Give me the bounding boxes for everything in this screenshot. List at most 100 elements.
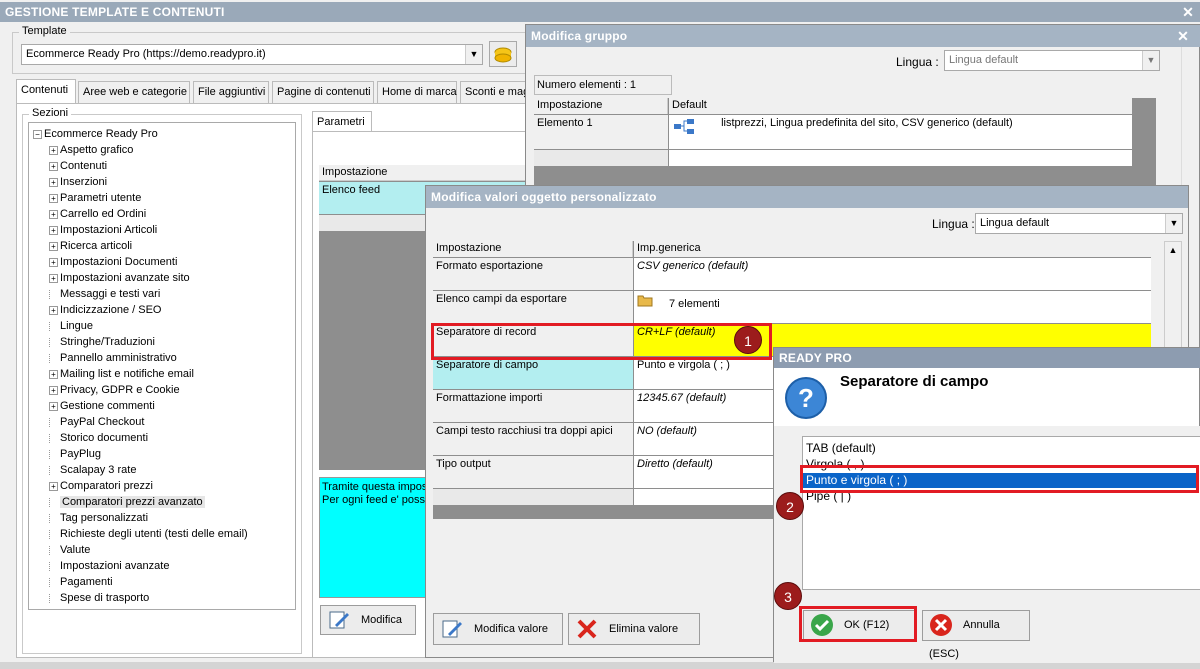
modifica-button[interactable]: Modifica bbox=[320, 605, 416, 635]
expand-icon[interactable]: + bbox=[49, 401, 58, 411]
values-col-impostazione: Impostazione bbox=[433, 241, 633, 257]
expand-icon[interactable]: + bbox=[49, 209, 58, 219]
chevron-down-icon: ▼ bbox=[1165, 214, 1182, 233]
chevron-down-icon: ▼ bbox=[465, 45, 482, 64]
values-col-imp-generica: Imp.generica bbox=[634, 241, 1151, 257]
scroll-up-icon[interactable]: ▲ bbox=[1165, 242, 1181, 258]
tree-item[interactable]: Pannello amministrativo bbox=[49, 350, 177, 366]
values-row-label[interactable]: Formattazione importi bbox=[433, 390, 633, 422]
tree-item[interactable]: + Impostazioni Articoli bbox=[49, 222, 157, 238]
expand-icon[interactable]: + bbox=[49, 241, 58, 251]
tree-root[interactable]: − Ecommerce Ready Pro bbox=[33, 126, 158, 142]
tree-item[interactable]: Tag personalizzati bbox=[49, 510, 148, 526]
expand-icon[interactable]: + bbox=[49, 257, 58, 267]
values-row-label[interactable]: Campi testo racchiusi tra doppi apici bbox=[433, 423, 633, 455]
options-list: TAB (default) Virgola ( , ) Punto e virgol… bbox=[802, 436, 1200, 590]
template-select[interactable]: Ecommerce Ready Pro (https://demo.readyp… bbox=[21, 44, 483, 65]
tab-home-marca[interactable]: Home di marca bbox=[377, 81, 457, 103]
group-count: Numero elementi : 1 bbox=[534, 75, 672, 95]
tree-item[interactable]: + Contenuti bbox=[49, 158, 107, 174]
expand-icon[interactable]: + bbox=[49, 193, 58, 203]
expand-icon[interactable]: + bbox=[49, 273, 58, 283]
group-col-default: Default bbox=[669, 98, 1132, 114]
tree-item[interactable]: + Parametri utente bbox=[49, 190, 141, 206]
tree-item[interactable]: + Inserzioni bbox=[49, 174, 107, 190]
values-row-label[interactable]: Tipo output bbox=[433, 456, 633, 488]
tree-line-icon bbox=[49, 529, 58, 539]
expand-icon[interactable]: + bbox=[49, 145, 58, 155]
tree-item[interactable]: + Comparatori prezzi bbox=[49, 478, 153, 494]
tab-sconti[interactable]: Sconti e mag bbox=[460, 81, 530, 103]
expand-icon[interactable]: + bbox=[49, 225, 58, 235]
expand-icon[interactable]: + bbox=[49, 177, 58, 187]
group-title: Modifica gruppo bbox=[531, 29, 628, 43]
tree-item[interactable]: Impostazioni avanzate bbox=[49, 558, 169, 574]
expand-icon[interactable]: + bbox=[49, 161, 58, 171]
tree-item[interactable]: + Ricerca articoli bbox=[49, 238, 132, 254]
template-action-button[interactable] bbox=[489, 41, 517, 67]
group-lang-select[interactable]: Lingua default ▼ bbox=[944, 50, 1160, 71]
values-lang-select[interactable]: Lingua default ▼ bbox=[975, 213, 1183, 234]
tree-item[interactable]: Lingue bbox=[49, 318, 93, 334]
callout-box-option bbox=[800, 465, 1199, 493]
expand-icon[interactable]: + bbox=[49, 369, 58, 379]
tree-item[interactable]: + Gestione commenti bbox=[49, 398, 155, 414]
tree-line-icon bbox=[49, 593, 58, 603]
tab-aree-web[interactable]: Aree web e categorie bbox=[78, 81, 190, 103]
tree-item[interactable]: Richieste degli utenti (testi delle emai… bbox=[49, 526, 248, 542]
tree-item[interactable]: + Aspetto grafico bbox=[49, 142, 133, 158]
tree-item[interactable]: + Impostazioni Documenti bbox=[49, 254, 177, 270]
tree-item[interactable]: Scalapay 3 rate bbox=[49, 462, 136, 478]
tree-item[interactable]: PayPal Checkout bbox=[49, 414, 144, 430]
expand-icon[interactable]: + bbox=[49, 385, 58, 395]
values-row-label[interactable]: Separatore di campo bbox=[433, 357, 633, 389]
tree-item[interactable]: + Privacy, GDPR e Cookie bbox=[49, 382, 180, 398]
tree-item[interactable]: + Impostazioni avanzate sito bbox=[49, 270, 190, 286]
values-row-value[interactable]: 7 elementi bbox=[634, 291, 1151, 323]
group-row-value[interactable]: listprezzi, Lingua predefinita del sito,… bbox=[669, 115, 1132, 149]
values-row-label[interactable]: Formato esportazione bbox=[433, 258, 633, 290]
group-col-impostazione: Impostazione bbox=[534, 98, 668, 114]
tab-pagine-contenuti[interactable]: Pagine di contenuti bbox=[272, 81, 374, 103]
dialog-titlebar: READY PRO bbox=[774, 348, 1200, 368]
main-tabs: Contenuti Aree web e categorie File aggi… bbox=[16, 79, 536, 105]
callout-badge-2: 2 bbox=[776, 492, 804, 520]
tree-item[interactable]: Stringhe/Traduzioni bbox=[49, 334, 155, 350]
tree-item[interactable]: Messaggi e testi vari bbox=[49, 286, 160, 302]
main-title: GESTIONE TEMPLATE E CONTENUTI bbox=[5, 5, 225, 19]
close-icon[interactable]: ✕ bbox=[1182, 2, 1194, 22]
tab-contenuti[interactable]: Contenuti bbox=[16, 79, 76, 103]
values-row-value[interactable]: CSV generico (default) bbox=[634, 258, 1151, 290]
tree-item[interactable]: + Carrello ed Ordini bbox=[49, 206, 146, 222]
edit-icon bbox=[442, 620, 462, 638]
group-row-empty-2 bbox=[669, 150, 1132, 166]
option-item[interactable]: TAB (default) bbox=[806, 441, 876, 456]
tree-item[interactable]: + Indicizzazione / SEO bbox=[49, 302, 162, 318]
tree-item[interactable]: Spese di trasporto bbox=[49, 590, 149, 606]
callout-badge-3: 3 bbox=[774, 582, 802, 610]
tree-line-icon bbox=[49, 513, 58, 523]
template-label: Template bbox=[19, 25, 70, 37]
cancel-icon bbox=[930, 614, 952, 637]
tree-item[interactable]: Pagamenti bbox=[49, 574, 113, 590]
values-row-label[interactable]: Elenco campi da esportare bbox=[433, 291, 633, 323]
tree-item[interactable]: + Mailing list e notifiche email bbox=[49, 366, 194, 382]
tree-line-icon bbox=[49, 337, 58, 347]
tree-item[interactable]: PayPlug bbox=[49, 446, 101, 462]
folder-icon bbox=[637, 295, 653, 310]
elimina-valore-button[interactable]: Elimina valore bbox=[568, 613, 700, 645]
expand-icon[interactable]: + bbox=[49, 305, 58, 315]
group-lang-label: Lingua : bbox=[896, 55, 939, 69]
tree-item[interactable]: Comparatori prezzi avanzato bbox=[49, 494, 205, 510]
sections-tree: − Ecommerce Ready Pro + Aspetto grafico + Co… bbox=[28, 122, 296, 610]
expand-icon[interactable]: + bbox=[49, 481, 58, 491]
cancel-button[interactable]: Annulla (ESC) bbox=[922, 610, 1030, 660]
modifica-valore-button[interactable]: Modifica valore bbox=[433, 613, 563, 645]
delete-x-icon bbox=[577, 619, 597, 639]
close-icon[interactable]: ✕ bbox=[1177, 25, 1189, 47]
group-row-label[interactable]: Elemento 1 bbox=[534, 115, 668, 149]
tree-item[interactable]: Valute bbox=[49, 542, 90, 558]
values-titlebar: Modifica valori oggetto personalizzato bbox=[426, 186, 1188, 208]
tab-file-aggiuntivi[interactable]: File aggiuntivi bbox=[193, 81, 269, 103]
tree-item[interactable]: Storico documenti bbox=[49, 430, 148, 446]
